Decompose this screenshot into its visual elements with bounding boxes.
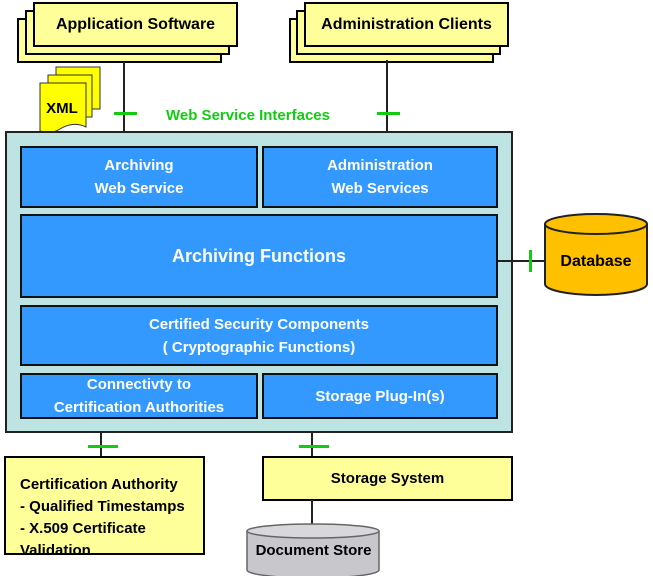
database-label: Database bbox=[560, 253, 632, 270]
interface-marker bbox=[88, 445, 118, 448]
connectivity-box: Connectivty to Certification Authorities bbox=[20, 373, 258, 419]
administration-web-services-box: Administration Web Services bbox=[262, 146, 498, 208]
administration-clients-label: Administration Clients bbox=[321, 15, 492, 33]
certified-security-box: Certified Security Components ( Cryptogr… bbox=[20, 305, 498, 366]
admin-connector-line bbox=[386, 60, 388, 132]
storage-plugins-box: Storage Plug-In(s) bbox=[262, 373, 498, 419]
archiving-functions-box: Archiving Functions bbox=[20, 214, 498, 298]
archiving-web-service-box: Archiving Web Service bbox=[20, 146, 258, 208]
interface-marker bbox=[299, 445, 329, 448]
interface-marker bbox=[529, 250, 532, 272]
xml-label: XML bbox=[46, 100, 78, 117]
ca-item: - X.509 Certificate Validation bbox=[20, 520, 146, 559]
xml-document-icon: XML bbox=[39, 66, 101, 134]
ca-title: Certification Authority bbox=[20, 476, 178, 493]
database-connector-line bbox=[498, 260, 545, 262]
web-service-interfaces-label: Web Service Interfaces bbox=[166, 107, 330, 124]
interface-marker bbox=[114, 112, 137, 115]
storage-system-box: Storage System bbox=[262, 456, 513, 501]
administration-clients-box: Administration Clients bbox=[304, 2, 509, 47]
ca-item: - Qualified Timestamps bbox=[20, 498, 185, 515]
interface-marker bbox=[377, 112, 400, 115]
app-connector-line bbox=[123, 62, 125, 132]
document-store-label: Document Store bbox=[255, 541, 372, 559]
certification-authority-box: Certification Authority - Qualified Time… bbox=[4, 456, 205, 559]
application-software-label: Application Software bbox=[55, 15, 216, 33]
application-software-box: Application Software bbox=[33, 2, 238, 47]
